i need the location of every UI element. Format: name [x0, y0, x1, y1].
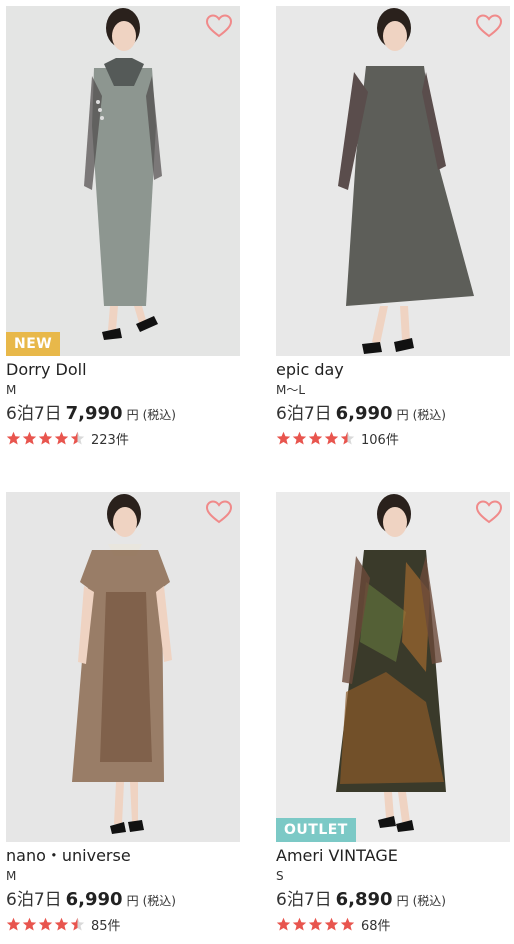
product-card[interactable]: epic day M〜L 6泊7日 6,990 円 (税込) 106件 — [276, 6, 510, 448]
outlet-badge: OUTLET — [276, 818, 356, 842]
dress-model-image — [336, 494, 446, 832]
star-icon — [324, 917, 339, 930]
star-icon — [38, 917, 53, 930]
star-icon — [340, 917, 355, 930]
product-photo[interactable] — [6, 492, 240, 842]
review-count: 223件 — [91, 432, 129, 448]
rating-row: 106件 — [276, 428, 510, 448]
product-photo[interactable]: OUTLET — [276, 492, 510, 842]
product-card[interactable]: nano・universe M 6泊7日 6,990 円 (税込) 85件 — [6, 492, 240, 934]
heart-outline-icon[interactable] — [206, 14, 232, 38]
star-rating — [276, 431, 355, 446]
tax-label: (税込) — [412, 894, 446, 908]
star-icon — [292, 431, 307, 444]
price-value: 6,990 — [65, 889, 123, 910]
tax-label: (税込) — [142, 894, 176, 908]
new-badge: NEW — [6, 332, 61, 356]
star-icon — [70, 431, 85, 444]
star-icon — [276, 917, 291, 930]
price-row: 6泊7日 6,890 円 (税込) — [276, 887, 510, 912]
price-row: 6泊7日 6,990 円 (税込) — [6, 887, 240, 912]
brand-name[interactable]: nano・universe — [6, 845, 240, 866]
product-card[interactable]: OUTLET Ameri VINTAGE S 6泊7日 6,890 円 (税込) 68… — [276, 492, 510, 934]
heart-outline-icon[interactable] — [206, 500, 232, 524]
dress-model-image — [84, 8, 162, 340]
review-count: 106件 — [361, 432, 399, 448]
rating-row: 85件 — [6, 914, 240, 934]
product-card[interactable]: NEW Dorry Doll M 6泊7日 7,990 円 (税込) 223件 — [6, 6, 240, 448]
brand-name[interactable]: Dorry Doll — [6, 359, 240, 380]
star-icon — [292, 917, 307, 930]
size-label: S — [276, 869, 284, 883]
currency-unit: 円 — [396, 408, 409, 422]
product-photo[interactable]: NEW — [6, 6, 240, 356]
star-icon — [308, 431, 323, 444]
price-row: 6泊7日 6,990 円 (税込) — [276, 401, 510, 426]
price-value: 6,990 — [335, 403, 393, 424]
rating-row: 223件 — [6, 428, 240, 448]
price-value: 6,890 — [335, 889, 393, 910]
star-rating — [6, 431, 85, 446]
star-icon — [70, 917, 85, 930]
star-icon — [54, 431, 69, 444]
rental-plan: 6泊7日 — [276, 404, 332, 424]
star-icon — [340, 431, 355, 444]
star-icon — [6, 917, 21, 930]
dress-model-image — [338, 8, 474, 354]
rental-plan: 6泊7日 — [6, 404, 62, 424]
star-icon — [54, 917, 69, 930]
star-icon — [308, 917, 323, 930]
star-icon — [22, 431, 37, 444]
review-count: 68件 — [361, 918, 391, 934]
currency-unit: 円 — [396, 894, 409, 908]
size-label: M — [6, 869, 17, 883]
star-rating — [276, 917, 355, 932]
heart-outline-icon[interactable] — [476, 14, 502, 38]
product-grid: NEW Dorry Doll M 6泊7日7,990円(税込) 223件 — [0, 0, 514, 944]
currency-unit: 円 — [126, 408, 139, 422]
heart-outline-icon[interactable] — [476, 500, 502, 524]
star-icon — [22, 917, 37, 930]
currency-unit: 円 — [126, 894, 139, 908]
tax-label: (税込) — [142, 408, 176, 422]
rental-plan: 6泊7日 — [276, 890, 332, 910]
star-icon — [324, 431, 339, 444]
star-icon — [38, 431, 53, 444]
price-value: 7,990 — [65, 403, 123, 424]
dress-model-image — [72, 494, 172, 834]
rental-plan: 6泊7日 — [6, 890, 62, 910]
brand-name[interactable]: epic day — [276, 359, 510, 380]
size-label: M〜L — [276, 383, 306, 397]
review-count: 85件 — [91, 918, 121, 934]
star-icon — [6, 431, 21, 444]
star-icon — [276, 431, 291, 444]
price-row: 6泊7日 7,990 円 (税込) — [6, 401, 240, 426]
size-label: M — [6, 383, 17, 397]
tax-label: (税込) — [412, 408, 446, 422]
star-rating — [6, 917, 85, 932]
product-photo[interactable] — [276, 6, 510, 356]
brand-name[interactable]: Ameri VINTAGE — [276, 845, 510, 866]
rating-row: 68件 — [276, 914, 510, 934]
